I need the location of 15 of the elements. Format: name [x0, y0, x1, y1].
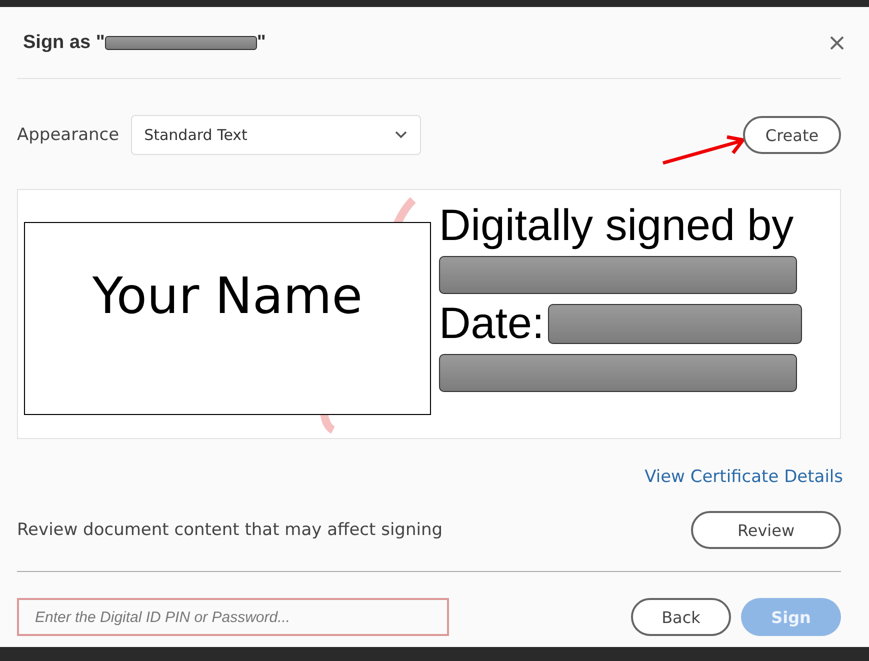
appearance-dropdown[interactable]: Standard Text: [131, 115, 422, 155]
close-icon[interactable]: [829, 35, 845, 51]
pin-field[interactable]: Enter the Digital ID PIN or Password...: [17, 598, 449, 636]
chevron-down-icon: [394, 130, 408, 140]
view-certificate-link[interactable]: View Certificate Details: [644, 467, 843, 487]
review-text: Review document content that may affect signing: [17, 520, 443, 540]
review-button[interactable]: Review: [691, 511, 841, 549]
signed-by-text: Digitally signed by: [439, 204, 795, 248]
dialog-title-quote: ": [256, 32, 266, 54]
date-label: Date:: [439, 302, 544, 346]
create-button[interactable]: Create: [743, 116, 841, 154]
back-button[interactable]: Back: [631, 598, 731, 636]
dialog-title: Sign as ": [23, 32, 105, 54]
signer-name: Your Name: [92, 271, 363, 323]
appearance-label: Appearance: [17, 125, 120, 145]
